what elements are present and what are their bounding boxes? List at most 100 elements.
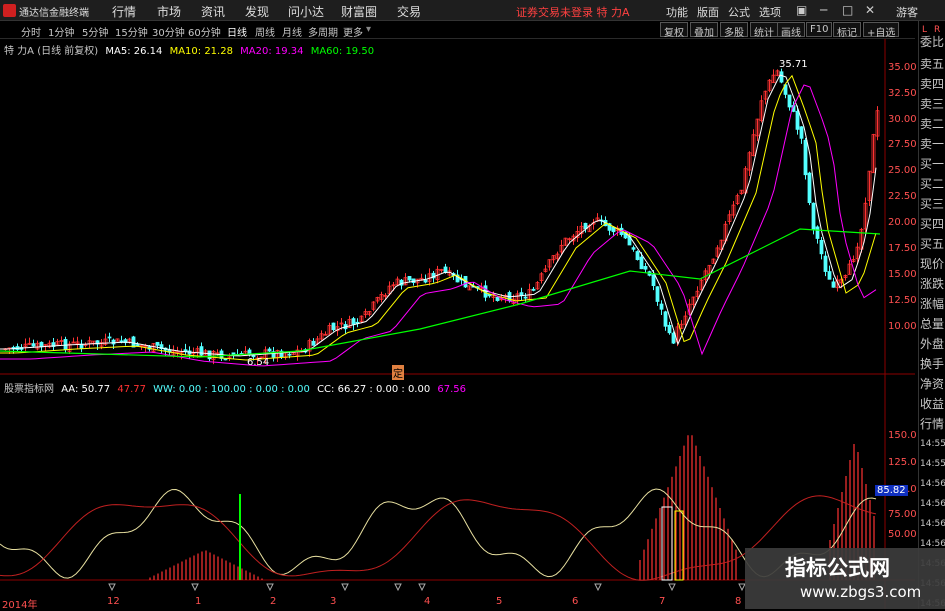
- axis-marker-icon: [668, 583, 676, 592]
- price-tick: 15.00: [888, 269, 917, 280]
- indicator-tick: 150.0: [888, 430, 917, 441]
- side-panel-item: 14:56: [920, 499, 945, 509]
- kline-candle: [331, 322, 336, 331]
- indicator-tick: 125.0: [888, 457, 917, 468]
- ww-value: WW: 0.00 : 100.00 : 0.00 : 0.00: [153, 384, 310, 395]
- overlay-button[interactable]: 叠加: [690, 22, 718, 39]
- kline-candle: [811, 202, 816, 231]
- menu-trade[interactable]: 交易: [397, 3, 421, 20]
- price-tick: 35.00: [888, 62, 917, 73]
- period-toolbar: 分时 1分钟 5分钟 15分钟 30分钟 60分钟 日线 周线 月线 多周期 更…: [0, 21, 915, 39]
- price-tick: 30.00: [888, 114, 917, 125]
- stats-button[interactable]: 统计: [750, 22, 778, 39]
- kline-candle: [651, 274, 656, 286]
- kline-candle: [39, 341, 44, 348]
- kline-candle: [207, 350, 212, 360]
- kline-candle: [663, 311, 668, 327]
- kline-candle: [63, 339, 68, 350]
- close-icon[interactable]: ✕: [865, 3, 875, 17]
- kline-candle: [827, 271, 832, 280]
- axis-marker-icon: [191, 583, 199, 592]
- kline-candle: [311, 340, 316, 346]
- x-tick: 12: [107, 596, 120, 607]
- kline-candle: [779, 71, 784, 83]
- ma60-value: MA60: 19.50: [310, 46, 375, 57]
- tf-weekly[interactable]: 周线: [255, 24, 275, 39]
- kline-candle: [635, 251, 640, 260]
- tf-5min[interactable]: 5分钟: [82, 24, 108, 39]
- ma5-value: MA5: 26.14: [105, 46, 163, 57]
- skin-icon[interactable]: ▣: [796, 3, 807, 17]
- guest-label[interactable]: 游客: [896, 4, 918, 20]
- axis-marker-icon: [594, 583, 602, 592]
- menu-ask[interactable]: 问小达: [288, 3, 324, 20]
- kline-candle: [531, 288, 536, 291]
- f10-button[interactable]: F10: [806, 22, 833, 37]
- watermark-url: www.zbgs3.com: [800, 583, 922, 601]
- x-tick: 6: [572, 596, 579, 607]
- fuquan-button[interactable]: 复权: [660, 22, 688, 39]
- menu-market[interactable]: 市场: [157, 3, 181, 20]
- app-name: 通达信金融终端: [19, 8, 89, 19]
- side-panel-item: 卖二: [920, 117, 945, 131]
- high-price-label: 35.71: [779, 59, 808, 70]
- tf-daily[interactable]: 日线: [227, 24, 247, 39]
- kline-candle: [671, 332, 676, 344]
- side-panel-item: 卖四: [920, 77, 945, 91]
- price-tick: 12.50: [888, 295, 917, 306]
- price-tick: 27.50: [888, 139, 917, 150]
- x-tick: 3: [330, 596, 337, 607]
- more-arrow-icon[interactable]: ▾: [366, 24, 371, 35]
- multi-stock-button[interactable]: 多股: [720, 22, 748, 39]
- menu-options[interactable]: 选项: [759, 4, 781, 20]
- menu-discover[interactable]: 发现: [245, 3, 269, 20]
- side-panel-item: 换手: [920, 357, 945, 371]
- side-panel-item: 外盘: [920, 337, 945, 351]
- kline-candle: [267, 348, 272, 352]
- side-panel-item: 14:55: [920, 459, 945, 469]
- app-logo-icon: [3, 4, 16, 17]
- event-marker[interactable]: 定: [392, 365, 404, 380]
- tf-30min[interactable]: 30分钟: [152, 24, 185, 39]
- kline-candle: [659, 303, 664, 310]
- tf-15min[interactable]: 15分钟: [115, 24, 148, 39]
- tf-more[interactable]: 更多: [343, 24, 363, 39]
- indicator-legend: 股票指标网 AA: 50.77 47.77 WW: 0.00 : 100.00 …: [4, 380, 466, 395]
- kline-candle: [423, 279, 428, 283]
- x-tick: 4: [424, 596, 431, 607]
- x-tick: 2: [270, 596, 277, 607]
- price-tick: 17.50: [888, 243, 917, 254]
- kline-candle: [155, 341, 160, 346]
- side-panel-item: 买一: [920, 157, 945, 171]
- side-panel-item: 买二: [920, 177, 945, 191]
- kline-chart[interactable]: [0, 39, 915, 609]
- kline-candle: [523, 296, 528, 299]
- tf-fenshi[interactable]: 分时: [21, 24, 41, 39]
- menu-function[interactable]: 功能: [666, 4, 688, 20]
- menu-formula[interactable]: 公式: [728, 4, 750, 20]
- kline-candle: [799, 126, 804, 139]
- side-panel-item: 总量: [920, 317, 945, 331]
- chart-area[interactable]: 特 力A (日线 前复权) MA5: 26.14 MA10: 21.28 MA2…: [0, 39, 917, 611]
- side-panel-item: 买四: [920, 217, 945, 231]
- menu-hq[interactable]: 行情: [112, 3, 136, 20]
- indicator-current-value: 85.82: [875, 485, 908, 496]
- side-panel-item: 卖三: [920, 97, 945, 111]
- menu-news[interactable]: 资讯: [201, 3, 225, 20]
- restore-icon[interactable]: □: [842, 3, 853, 17]
- menu-layout[interactable]: 版面: [697, 4, 719, 20]
- tf-60min[interactable]: 60分钟: [188, 24, 221, 39]
- minimize-icon[interactable]: ─: [820, 3, 827, 17]
- add-watchlist-button[interactable]: +自选: [863, 22, 900, 39]
- tf-multi[interactable]: 多周期: [308, 24, 338, 39]
- draw-line-button[interactable]: 画线: [777, 22, 805, 39]
- side-panel-item: 收益: [920, 397, 945, 411]
- mark-button[interactable]: 标记: [833, 22, 861, 39]
- kline-candle: [803, 139, 808, 176]
- tf-monthly[interactable]: 月线: [282, 24, 302, 39]
- watermark: 指标公式网 www.zbgs3.com: [745, 548, 945, 609]
- tf-1min[interactable]: 1分钟: [48, 24, 74, 39]
- price-tick: 25.00: [888, 165, 917, 176]
- low-price-label: 6.54: [247, 357, 270, 368]
- menu-wealth[interactable]: 财富圈: [341, 3, 377, 20]
